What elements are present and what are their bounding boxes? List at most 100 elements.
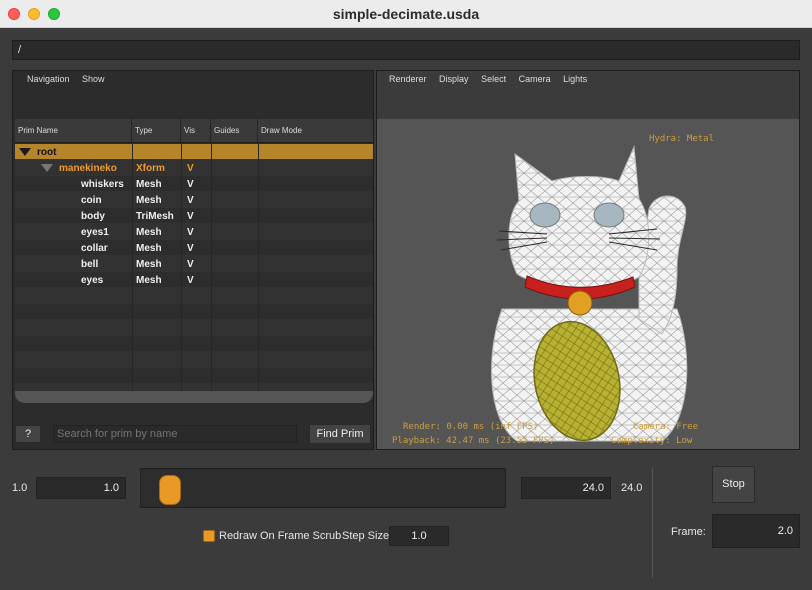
column-guides[interactable]: Guides — [211, 119, 258, 143]
column-divider — [258, 160, 259, 176]
start-frame-field[interactable]: 1.0 — [36, 477, 126, 499]
menu-navigation[interactable]: Navigation — [27, 74, 70, 84]
expand-arrow-icon[interactable] — [19, 148, 31, 157]
prim-name-text: body — [81, 211, 105, 222]
prim-visibility-toggle[interactable]: V — [187, 272, 194, 288]
column-type[interactable]: Type — [132, 119, 181, 143]
column-divider — [258, 176, 259, 192]
column-divider — [181, 224, 182, 240]
horizontal-scrollbar[interactable] — [15, 391, 373, 403]
column-divider — [211, 224, 212, 240]
column-divider — [181, 144, 182, 160]
column-divider — [181, 320, 182, 336]
playback-stats: Playback: 42.47 ms (23.55 FPS) — [392, 436, 555, 446]
menu-display[interactable]: Display — [439, 74, 469, 84]
viewport-menubar: Renderer Display Select Camera Lights — [377, 71, 799, 119]
column-divider — [258, 336, 259, 352]
menu-lights[interactable]: Lights — [563, 74, 587, 84]
prim-name: collar — [81, 240, 108, 256]
prim-row-empty — [15, 336, 373, 352]
column-divider — [211, 192, 212, 208]
column-divider — [258, 192, 259, 208]
current-frame-field[interactable]: 2.0 — [712, 514, 800, 548]
prim-type: Mesh — [136, 195, 162, 206]
prim-row-body[interactable]: body TriMesh V — [15, 208, 373, 224]
column-divider — [211, 368, 212, 384]
column-divider — [211, 352, 212, 368]
column-divider — [132, 144, 133, 160]
column-divider — [132, 160, 133, 176]
window-title: simple-decimate.usda — [332, 6, 480, 22]
complexity-label: Complexity: Low — [611, 436, 693, 446]
prim-name-text: eyes1 — [81, 227, 109, 238]
column-divider — [181, 288, 182, 304]
column-divider — [211, 176, 212, 192]
separator — [652, 468, 653, 578]
column-divider — [211, 240, 212, 256]
prim-row-manekineko[interactable]: manekineko Xform V — [15, 160, 373, 176]
end-frame-field[interactable]: 24.0 — [521, 477, 611, 499]
column-divider — [211, 304, 212, 320]
stop-button[interactable]: Stop — [712, 466, 755, 503]
lucky-cat-model — [491, 145, 688, 442]
column-divider — [258, 208, 259, 224]
column-divider — [258, 240, 259, 256]
prim-visibility-toggle[interactable]: V — [187, 160, 194, 176]
prim-row-collar[interactable]: collar Mesh V — [15, 240, 373, 256]
column-vis[interactable]: Vis — [181, 119, 211, 143]
prim-name-text: collar — [81, 243, 108, 254]
prim-search-input[interactable] — [53, 425, 297, 443]
prim-type: Mesh — [136, 179, 162, 190]
prim-row-root[interactable]: root — [15, 144, 373, 160]
frame-slider[interactable] — [140, 468, 506, 508]
prim-path-field[interactable]: / — [12, 40, 800, 60]
menu-select[interactable]: Select — [481, 74, 506, 84]
column-divider — [132, 272, 133, 288]
help-button[interactable]: ? — [15, 425, 41, 443]
column-divider — [181, 160, 182, 176]
start-frame-label: 1.0 — [12, 482, 28, 494]
find-prim-button[interactable]: Find Prim — [309, 424, 371, 444]
column-divider — [132, 224, 133, 240]
step-size-field[interactable]: 1.0 — [389, 526, 449, 546]
frame-slider-handle[interactable] — [159, 475, 181, 505]
prim-name: eyes — [81, 272, 103, 288]
prim-tree: Prim Name Type Vis Guides Draw Mode root… — [15, 119, 373, 400]
prim-row-coin[interactable]: coin Mesh V — [15, 192, 373, 208]
prim-visibility-toggle[interactable]: V — [187, 224, 194, 240]
redraw-on-scrub-checkbox[interactable] — [203, 530, 215, 542]
renderer-label: Hydra: Metal — [649, 134, 715, 144]
menu-camera[interactable]: Camera — [519, 74, 551, 84]
column-divider — [258, 272, 259, 288]
prim-row-whiskers[interactable]: whiskers Mesh V — [15, 176, 373, 192]
column-divider — [132, 336, 133, 352]
menu-show[interactable]: Show — [82, 74, 105, 84]
stage-viewport[interactable]: Renderer Display Select Camera Lights Hy… — [376, 70, 800, 450]
prim-tree-rows: root manekineko Xform Vwhiskers Mesh Vcoin Mes… — [15, 144, 373, 400]
column-divider — [181, 368, 182, 384]
prim-visibility-toggle[interactable]: V — [187, 176, 194, 192]
prim-visibility-toggle[interactable]: V — [187, 192, 194, 208]
render-stats: Render: 0.00 ms (inf FPS) — [403, 422, 539, 432]
prim-tree-header: Prim Name Type Vis Guides Draw Mode — [15, 119, 373, 143]
column-prim-name[interactable]: Prim Name — [15, 119, 132, 143]
column-divider — [132, 304, 133, 320]
column-divider — [181, 256, 182, 272]
column-divider — [258, 256, 259, 272]
column-divider — [258, 320, 259, 336]
browser-menubar: Navigation Show — [27, 74, 115, 88]
expand-arrow-icon[interactable] — [41, 164, 53, 173]
prim-visibility-toggle[interactable]: V — [187, 240, 194, 256]
prim-row-eyes[interactable]: eyes Mesh V — [15, 272, 373, 288]
prim-visibility-toggle[interactable]: V — [187, 256, 194, 272]
prim-name-text: coin — [81, 195, 102, 206]
prim-row-bell[interactable]: bell Mesh V — [15, 256, 373, 272]
prim-row-eyes1[interactable]: eyes1 Mesh V — [15, 224, 373, 240]
column-divider — [258, 144, 259, 160]
prim-type: Xform — [136, 163, 165, 174]
prim-type: TriMesh — [136, 211, 174, 222]
column-divider — [181, 304, 182, 320]
menu-renderer[interactable]: Renderer — [389, 74, 427, 84]
column-draw-mode[interactable]: Draw Mode — [258, 119, 373, 143]
prim-visibility-toggle[interactable]: V — [187, 208, 194, 224]
